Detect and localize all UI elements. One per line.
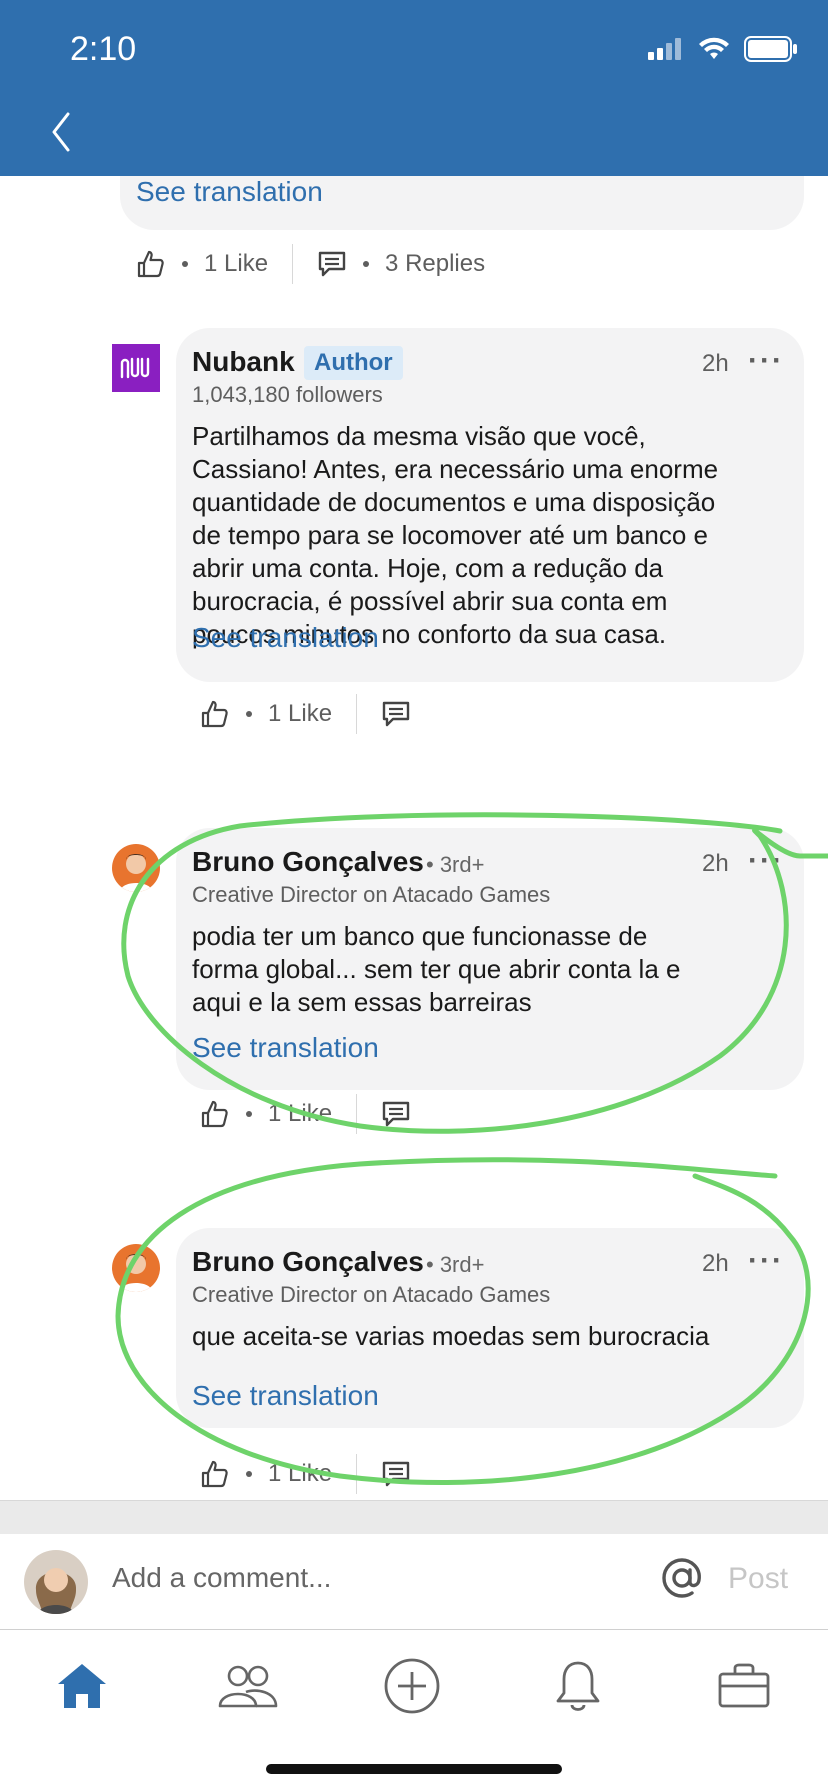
see-translation-link[interactable]: See translation xyxy=(192,1032,379,1064)
connection-degree: • 3rd+ xyxy=(426,852,485,877)
tab-jobs[interactable] xyxy=(704,1656,784,1716)
more-options-button[interactable]: ··· xyxy=(748,1244,784,1278)
separator-dot xyxy=(246,1471,252,1477)
commenter-name[interactable]: Bruno Gonçalves xyxy=(192,846,424,878)
author-badge: Author xyxy=(304,346,403,380)
chevron-left-icon xyxy=(52,112,70,152)
see-translation-link[interactable]: See translation xyxy=(136,176,323,208)
like-count[interactable]: 1 Like xyxy=(204,250,268,278)
separator-dot xyxy=(246,711,252,717)
status-icons xyxy=(648,36,798,62)
commenter-headline: Creative Director on Atacado Games xyxy=(192,1282,551,1307)
like-count[interactable]: 1 Like xyxy=(268,700,332,728)
mention-button[interactable] xyxy=(660,1556,704,1605)
status-time: 2:10 xyxy=(70,30,137,68)
post-button[interactable]: Post xyxy=(728,1562,788,1596)
back-button[interactable] xyxy=(46,110,86,160)
divider xyxy=(356,1454,358,1494)
more-options-button[interactable]: ··· xyxy=(748,344,784,378)
connection-degree: • 3rd+ xyxy=(426,1252,485,1277)
comment-actions: 1 Like xyxy=(200,1450,411,1498)
reply-icon[interactable] xyxy=(381,1459,411,1489)
comment-composer: Add a comment... Post xyxy=(0,1534,828,1630)
separator-dot xyxy=(182,261,188,267)
reply-count[interactable]: 3 Replies xyxy=(385,250,485,278)
comment-time: 2h xyxy=(702,1250,729,1277)
notifications-icon xyxy=(556,1661,600,1711)
like-icon[interactable] xyxy=(200,699,230,729)
reply-icon[interactable] xyxy=(381,699,411,729)
comment-actions: 1 Like xyxy=(200,1090,411,1138)
avatar[interactable] xyxy=(112,844,160,892)
comment-body: podia ter um banco que funcionasse de fo… xyxy=(192,921,681,1017)
like-count[interactable]: 1 Like xyxy=(268,1460,332,1488)
cellular-signal-icon xyxy=(648,38,681,60)
avatar[interactable] xyxy=(112,1244,160,1292)
like-icon[interactable] xyxy=(136,249,166,279)
jobs-icon xyxy=(718,1663,770,1708)
comment-body: Partilhamos da mesma visão que você, Cas… xyxy=(192,421,719,649)
comment-input[interactable]: Add a comment... xyxy=(112,1562,331,1594)
like-icon[interactable] xyxy=(200,1459,230,1489)
home-indicator[interactable] xyxy=(266,1764,562,1774)
tab-my-network[interactable] xyxy=(208,1656,288,1716)
more-options-button[interactable]: ··· xyxy=(748,844,784,878)
reply-icon[interactable] xyxy=(317,249,347,279)
see-translation-link[interactable]: See translation xyxy=(192,622,379,654)
tab-notifications[interactable] xyxy=(538,1656,618,1716)
my-network-icon xyxy=(218,1665,278,1708)
commenter-name[interactable]: Nubank xyxy=(192,346,295,378)
comment-body: que aceita-se varias moedas sem burocrac… xyxy=(192,1321,710,1351)
follower-count: 1,043,180 followers xyxy=(192,382,383,407)
divider xyxy=(356,694,358,734)
divider xyxy=(292,244,294,284)
see-translation-link[interactable]: See translation xyxy=(192,1380,379,1412)
status-bar: 2:10 xyxy=(0,0,828,100)
like-count[interactable]: 1 Like xyxy=(268,1100,332,1128)
comment-time: 2h xyxy=(702,350,729,377)
commenter-name[interactable]: Bruno Gonçalves xyxy=(192,1246,424,1278)
home-icon xyxy=(58,1664,106,1708)
battery-icon xyxy=(744,36,797,62)
divider xyxy=(356,1094,358,1134)
comment-time: 2h xyxy=(702,850,729,877)
at-sign-icon xyxy=(662,1558,701,1598)
nav-bar xyxy=(0,100,828,176)
separator-dot xyxy=(246,1111,252,1117)
previous-comment-actions: 1 Like 3 Replies xyxy=(136,240,485,288)
post-icon xyxy=(384,1658,440,1714)
comments-thread[interactable]: See translation 1 Like 3 Replies Nubank … xyxy=(0,176,828,1500)
nubank-logo-icon[interactable] xyxy=(112,344,160,392)
wifi-icon xyxy=(699,37,729,59)
user-avatar[interactable] xyxy=(24,1550,88,1614)
comment-actions: 1 Like xyxy=(200,690,411,738)
reply-icon[interactable] xyxy=(381,1099,411,1129)
commenter-headline: Creative Director on Atacado Games xyxy=(192,882,551,907)
composer-separator xyxy=(0,1500,828,1534)
tab-home[interactable] xyxy=(42,1656,122,1716)
like-icon[interactable] xyxy=(200,1099,230,1129)
separator-dot xyxy=(363,261,370,267)
tab-post[interactable] xyxy=(372,1656,452,1716)
